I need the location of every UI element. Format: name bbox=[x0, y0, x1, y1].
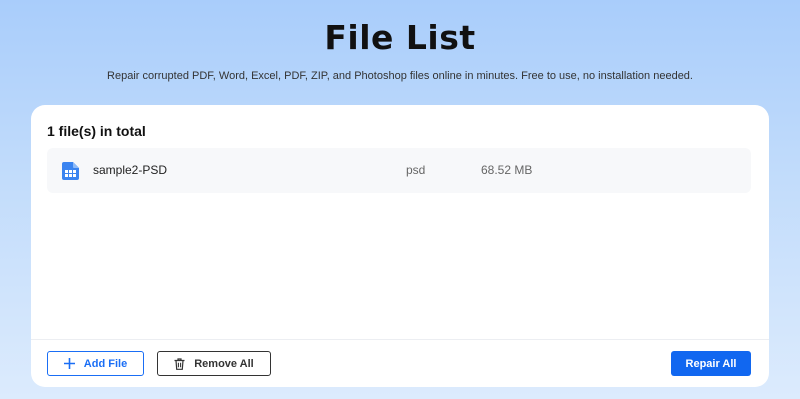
add-file-label: Add File bbox=[83, 357, 128, 370]
add-file-button[interactable]: Add File bbox=[47, 351, 144, 376]
plus-icon bbox=[63, 358, 75, 369]
page-subtitle: Repair corrupted PDF, Word, Excel, PDF, … bbox=[107, 70, 693, 82]
file-type: psd bbox=[406, 163, 426, 177]
file-name: sample2-PSD bbox=[93, 163, 168, 177]
file-row[interactable]: sample2-PSD psd 68.52 MB bbox=[47, 148, 751, 193]
page-title: File List bbox=[324, 18, 476, 57]
psd-file-icon bbox=[62, 162, 79, 180]
repair-all-button[interactable]: Repair All bbox=[671, 351, 751, 376]
action-bar: Add File Remove All Repair All bbox=[31, 339, 769, 387]
remove-all-button[interactable]: Remove All bbox=[157, 351, 271, 376]
file-count-label: 1 file(s) in total bbox=[47, 123, 146, 139]
file-size: 68.52 MB bbox=[481, 163, 533, 177]
file-list-card: 1 file(s) in total sample2-PSD psd 68.52… bbox=[31, 105, 769, 387]
trash-icon bbox=[174, 357, 185, 370]
remove-all-label: Remove All bbox=[194, 357, 254, 370]
